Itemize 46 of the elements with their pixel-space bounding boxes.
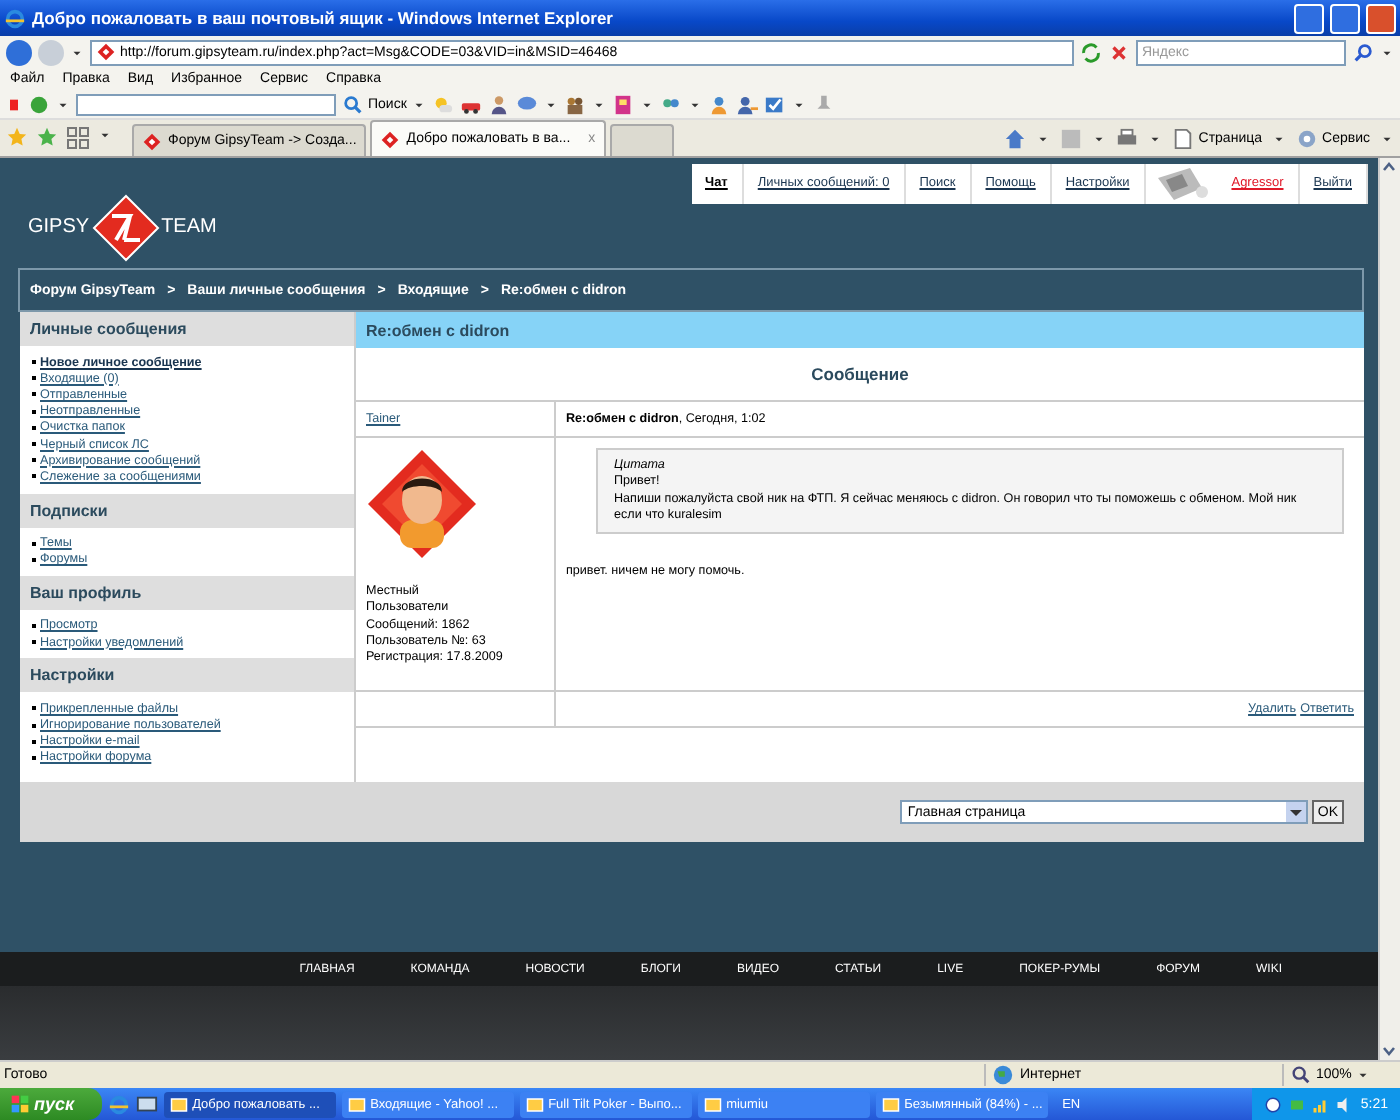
refresh-icon[interactable] (1080, 41, 1102, 63)
user-add-icon[interactable] (736, 93, 759, 115)
home-icon[interactable] (1004, 127, 1027, 149)
start-button[interactable]: пуск (0, 1088, 103, 1120)
window-icon[interactable] (170, 1095, 189, 1113)
back-button[interactable] (6, 39, 32, 65)
section-heading: Сообщение (811, 364, 909, 384)
logo-text: TEAM (161, 216, 217, 238)
book-icon[interactable] (612, 93, 635, 115)
windows-icon[interactable] (10, 1094, 30, 1114)
zoom-icon[interactable] (1290, 1064, 1312, 1086)
minimize-button[interactable] (1294, 3, 1324, 33)
checkbox-icon[interactable] (764, 93, 787, 115)
sidebar-heading: Личные сообщения (20, 312, 354, 346)
window-icon[interactable] (882, 1095, 901, 1113)
desktop-icon[interactable] (136, 1093, 159, 1115)
browser-icon[interactable] (4, 7, 26, 29)
diamond-icon[interactable] (142, 131, 162, 151)
toolbar-search-field[interactable] (76, 93, 336, 115)
search-icon[interactable] (1352, 41, 1374, 63)
sidebar-heading: Подписки (20, 493, 354, 527)
window-icon[interactable] (348, 1095, 367, 1113)
window-title: Добро пожаловать в ваш почтовый ящик - Windows Internet Explorer (32, 8, 615, 28)
maximize-button[interactable] (1330, 3, 1360, 33)
sidebar-heading: Ваш профиль (20, 575, 354, 610)
window-icon[interactable] (526, 1095, 545, 1113)
tab-grid-icon[interactable] (66, 126, 90, 150)
close-button[interactable] (1366, 3, 1396, 33)
panel-title: Re:обмен с didron (356, 312, 1364, 348)
person-icon[interactable] (488, 93, 511, 115)
group-icon[interactable] (564, 93, 587, 115)
print-icon[interactable] (1116, 127, 1139, 149)
window-icon[interactable] (704, 1095, 723, 1113)
sidebar-heading: Настройки (20, 658, 354, 693)
diamond-icon[interactable] (380, 129, 401, 149)
search-icon[interactable] (342, 93, 364, 115)
user-icon[interactable] (708, 93, 731, 115)
scrollbar[interactable] (1378, 158, 1400, 1060)
stop-icon[interactable] (1108, 41, 1130, 63)
diamond-icon[interactable] (96, 42, 116, 62)
dropdown-icon[interactable] (1285, 802, 1306, 822)
logo-text: GIPSY (28, 216, 90, 238)
browser-icon[interactable] (108, 1093, 131, 1115)
settings-icon[interactable] (1296, 127, 1319, 149)
logo-icon (91, 193, 160, 261)
page-icon[interactable] (1172, 127, 1195, 149)
